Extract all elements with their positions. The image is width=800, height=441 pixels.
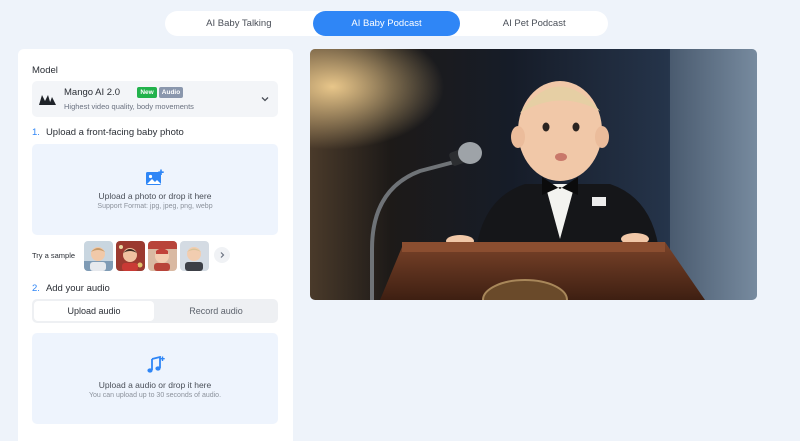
tab-ai-baby-podcast[interactable]: AI Baby Podcast [312,11,461,36]
model-name: Mango AI 2.0 [64,87,120,98]
audio-badge: Audio [159,87,183,98]
model-description: Highest video quality, body movements [64,102,194,111]
step-2-number: 2. [32,283,40,294]
step-1-number: 1. [32,127,40,138]
model-label: Model [32,65,58,76]
sample-thumbnail[interactable] [84,241,113,271]
baby-photo-icon [148,241,177,271]
baby-podium-photo-icon [310,49,757,300]
mode-tabs: AI Baby Talking AI Baby Podcast AI Pet P… [165,11,608,36]
photo-drop-subtitle: Support Format: jpg, jpeg, png, webp [97,203,213,210]
sample-thumbnail[interactable] [180,241,209,271]
samples-next-button[interactable] [214,247,230,263]
sample-thumbnail[interactable] [148,241,177,271]
audio-drop-title: Upload a audio or drop it here [98,380,212,390]
mango-logo-icon [39,95,56,105]
photo-drop-title: Upload a photo or drop it here [98,191,212,201]
record-audio-tab[interactable]: Record audio [156,301,276,321]
chevron-right-icon [220,252,225,258]
tab-ai-baby-talking[interactable]: AI Baby Talking [165,11,313,36]
chevron-down-icon [261,97,269,102]
baby-photo-icon [180,241,209,271]
step-1-heading: 1. Upload a front-facing baby photo [32,127,184,138]
photo-drop-zone[interactable]: Upload a photo or drop it here Support F… [32,144,278,235]
sample-thumbnail[interactable] [116,241,145,271]
baby-photo-icon [116,241,145,271]
upload-audio-tab[interactable]: Upload audio [34,301,154,321]
image-upload-icon [146,169,164,185]
baby-photo-icon [84,241,113,271]
audio-drop-subtitle: You can upload up to 30 seconds of audio… [88,392,222,399]
model-select[interactable]: Mango AI 2.0 New Audio Highest video qua… [32,81,278,117]
step-2-title: Add your audio [45,283,110,294]
step-1-title: Upload a front-facing baby photo [45,127,184,138]
tab-ai-pet-podcast[interactable]: AI Pet Podcast [460,11,608,36]
try-sample-label: Try a sample [32,251,76,260]
settings-panel: Model Mango AI 2.0 New Audio Highest vid… [18,49,293,441]
new-badge: New [137,87,157,98]
audio-source-toggle: Upload audio Record audio [32,299,278,323]
preview-image [310,49,757,300]
step-2-heading: 2. Add your audio [32,283,110,294]
audio-drop-zone[interactable]: Upload a audio or drop it here You can u… [32,333,278,424]
music-note-icon [147,356,165,373]
